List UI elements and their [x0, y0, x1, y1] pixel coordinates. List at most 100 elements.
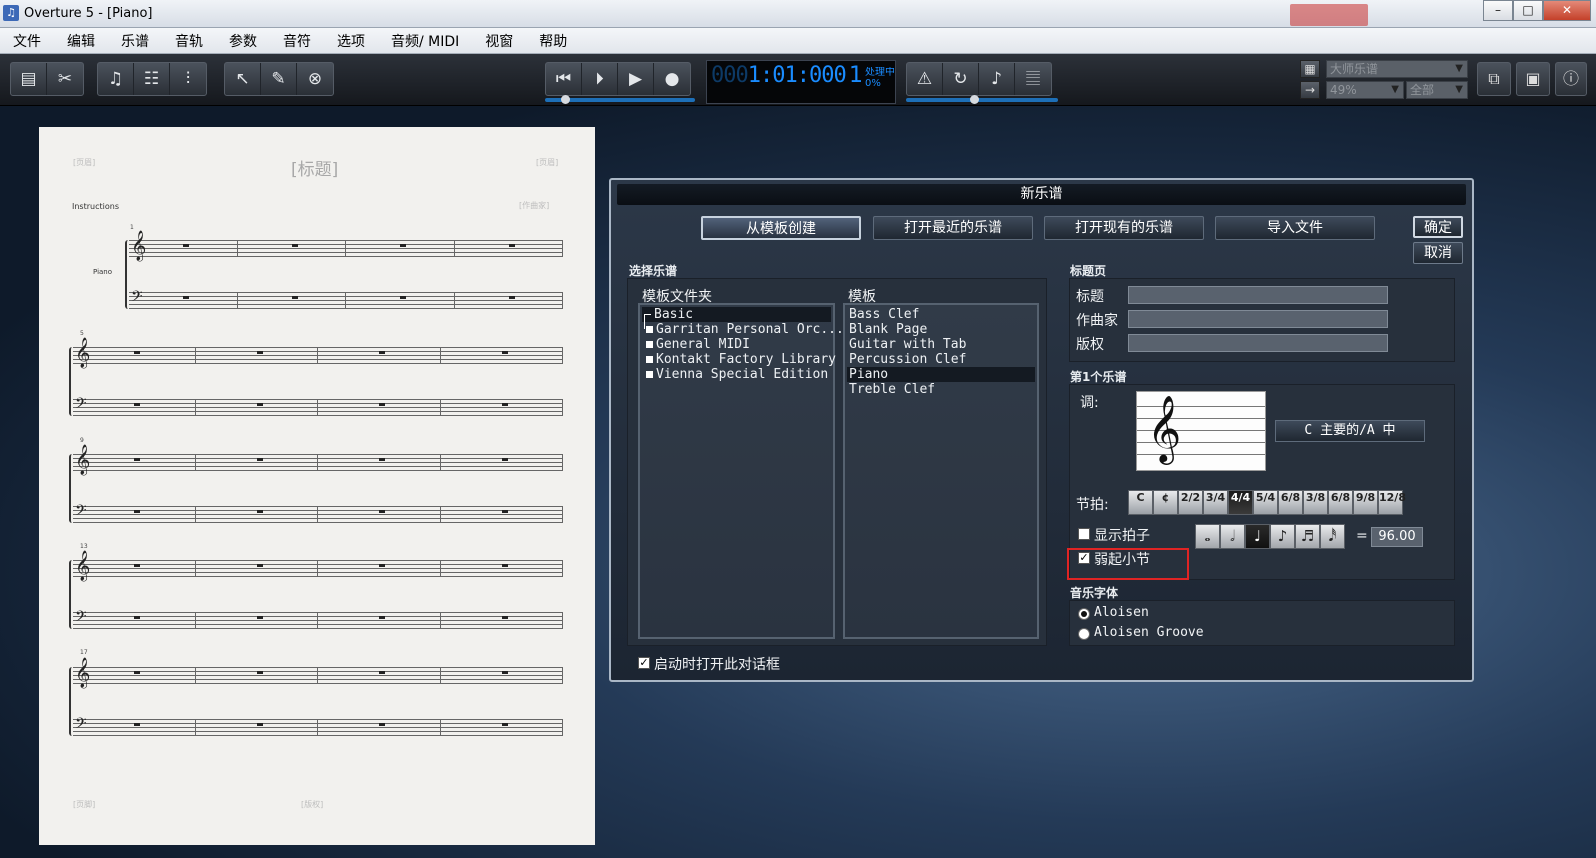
loop-icon[interactable]: ↻ [943, 63, 979, 95]
whole-rest [257, 351, 263, 354]
folder-expand-icon[interactable] [646, 341, 653, 348]
meter-button-selected[interactable]: 4/4 [1228, 490, 1253, 515]
pencil-tool-icon[interactable]: ✎ [261, 63, 297, 95]
page-view-icon[interactable]: ▤ [11, 63, 47, 95]
eighth-note-icon[interactable]: ♪ [1270, 524, 1295, 549]
copyright-field[interactable] [1128, 334, 1388, 352]
thirty-second-note-icon[interactable]: 𝅘𝅥𝅰 [1320, 524, 1345, 549]
composer-field[interactable] [1128, 310, 1388, 328]
copy-icon[interactable]: ⧉ [1477, 62, 1511, 96]
media-icon[interactable]: ▣ [1516, 62, 1550, 96]
staff-icon[interactable]: 𝄚 [1015, 63, 1051, 95]
system-brace [69, 667, 72, 736]
template-item[interactable]: Guitar with Tab [849, 337, 966, 352]
tab-import-file[interactable]: 导入文件 [1215, 216, 1375, 240]
step-icon[interactable]: ⏵ [582, 63, 618, 95]
mixer-icon[interactable]: ⫶ [170, 63, 206, 95]
tab-from-template[interactable]: 从模板创建 [701, 216, 861, 240]
meter-button[interactable]: ¢ [1153, 490, 1178, 515]
tab-open-existing[interactable]: 打开现有的乐谱 [1044, 216, 1204, 240]
meter-button[interactable]: 6/8 [1278, 490, 1303, 515]
meter-button[interactable]: 3/8 [1303, 490, 1328, 515]
folder-list[interactable]: Basic Garritan Personal Orc... General M… [638, 303, 844, 639]
position-slider[interactable] [545, 95, 695, 104]
info-icon[interactable]: ⓘ [1555, 62, 1587, 96]
font-radio-aloisen-groove[interactable] [1078, 628, 1090, 640]
ok-button[interactable]: 确定 [1413, 216, 1463, 238]
show-beat-checkbox[interactable] [1078, 528, 1090, 540]
folder-item[interactable]: General MIDI [644, 337, 750, 352]
meter-button[interactable]: 3/4 [1203, 490, 1228, 515]
quarter-note-icon[interactable]: ♩ [1245, 524, 1270, 549]
minimize-button[interactable]: – [1483, 0, 1513, 21]
menu-help[interactable]: 帮助 [526, 31, 580, 51]
arrow-right-icon[interactable]: → [1300, 81, 1320, 99]
zoom-select[interactable]: 49% ▼ [1326, 81, 1404, 99]
folder-expand-icon[interactable] [646, 326, 653, 333]
instructions-text: Instructions [72, 202, 119, 211]
meter-button[interactable]: 6/8 [1328, 490, 1353, 515]
template-item-selected[interactable]: Piano [847, 367, 1035, 382]
startup-checkbox[interactable]: ✓ [638, 657, 650, 669]
folder-item-basic[interactable]: Basic [642, 307, 831, 329]
menu-audio-midi[interactable]: 音频/ MIDI [378, 31, 472, 51]
meter-button[interactable]: C [1128, 490, 1153, 515]
tempo-field[interactable]: 96.00 [1371, 527, 1423, 547]
folder-expand-icon[interactable] [646, 356, 653, 363]
menu-options[interactable]: 选项 [324, 31, 378, 51]
whole-rest [257, 510, 263, 513]
folder-item[interactable]: Vienna Special Edition [644, 367, 828, 382]
font-radio-aloisen[interactable] [1078, 608, 1090, 620]
folder-item[interactable]: Garritan Personal Orc... [644, 322, 844, 337]
meter-button[interactable]: 9/8 [1353, 490, 1378, 515]
step-entry-icon[interactable]: ♪ [979, 63, 1015, 95]
key-select-button[interactable]: C 主要的/A 中 [1275, 420, 1425, 442]
menu-params[interactable]: 参数 [216, 31, 270, 51]
arrow-tool-icon[interactable]: ↖ [225, 63, 261, 95]
instrument-label: Piano [93, 268, 113, 276]
cancel-button[interactable]: 取消 [1413, 242, 1463, 264]
menu-file[interactable]: 文件 [0, 31, 54, 51]
menu-window[interactable]: 视窗 [472, 31, 526, 51]
meter-button[interactable]: 12/8 [1378, 490, 1406, 515]
whole-note-icon[interactable]: 𝅝 [1195, 524, 1220, 549]
track-list-icon[interactable]: ☷ [134, 63, 170, 95]
treble-clef-icon: 𝄞 [131, 231, 147, 261]
template-item[interactable]: Percussion Clef [849, 352, 966, 367]
tab-open-recent[interactable]: 打开最近的乐谱 [873, 216, 1033, 240]
toolbar-group-view: ▤ ✂ [10, 62, 84, 96]
tempo-slider[interactable] [906, 95, 1058, 104]
view-icon[interactable]: ▦ [1300, 60, 1320, 78]
play-icon[interactable]: ▶ [618, 63, 654, 95]
template-item[interactable]: Treble Clef [849, 382, 935, 397]
half-note-icon[interactable]: 𝅗𝅥 [1220, 524, 1245, 549]
menu-track[interactable]: 音轨 [162, 31, 216, 51]
score-title[interactable]: [标题] [291, 155, 338, 180]
whole-rest [509, 244, 515, 247]
menu-edit[interactable]: 编辑 [54, 31, 108, 51]
tools-icon[interactable]: ✂ [47, 63, 83, 95]
view-select[interactable]: 大师乐谱 ▼ [1326, 60, 1468, 78]
menu-notes[interactable]: 音符 [270, 31, 324, 51]
metronome-icon[interactable]: ⚠ [907, 63, 943, 95]
folder-item[interactable]: Kontakt Factory Library [644, 352, 836, 367]
record-icon[interactable]: ● [654, 63, 690, 95]
folder-expand-icon[interactable] [646, 371, 653, 378]
range-select[interactable]: 全部 ▼ [1406, 81, 1468, 99]
close-button[interactable]: ✕ [1543, 0, 1591, 21]
toolbar-group-playback: ⚠ ↻ ♪ 𝄚 [906, 62, 1052, 96]
sixteenth-note-icon[interactable]: ♬ [1295, 524, 1320, 549]
meter-button[interactable]: 5/4 [1253, 490, 1278, 515]
template-list[interactable]: Bass Clef Blank Page Guitar with Tab Per… [843, 303, 1039, 639]
maximize-button[interactable]: □ [1513, 0, 1543, 21]
erase-tool-icon[interactable]: ⊗ [297, 63, 333, 95]
menu-score[interactable]: 乐谱 [108, 31, 162, 51]
meter-button[interactable]: 2/2 [1178, 490, 1203, 515]
title-field[interactable] [1128, 286, 1388, 304]
bass-clef-icon: 𝄢 [75, 395, 87, 416]
template-item[interactable]: Blank Page [849, 322, 927, 337]
note-palette-icon[interactable]: ♫ [98, 63, 134, 95]
rewind-icon[interactable]: ⏮ [546, 63, 582, 95]
template-item[interactable]: Bass Clef [849, 307, 919, 322]
staff: 𝄞 [73, 338, 563, 368]
